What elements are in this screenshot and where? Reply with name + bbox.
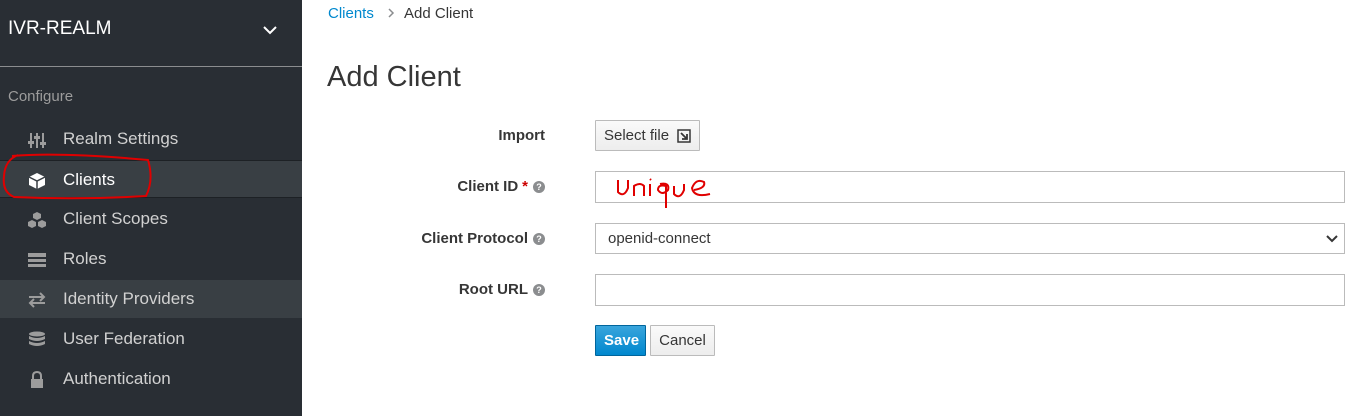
- sidebar-item-label: Identity Providers: [63, 289, 195, 308]
- root-url-label-text: Root URL: [458, 281, 528, 298]
- client-protocol-label: Client Protocol?: [305, 230, 545, 247]
- select-file-button[interactable]: Select file: [595, 120, 700, 151]
- client-protocol-value: openid-connect: [608, 230, 711, 247]
- breadcrumb-clients-link[interactable]: Clients: [328, 5, 374, 22]
- sidebar-item-roles[interactable]: Roles: [0, 240, 302, 278]
- sidebar-item-identity-providers[interactable]: Identity Providers: [0, 280, 302, 318]
- sidebar-item-client-scopes[interactable]: Client Scopes: [0, 200, 302, 238]
- annotation-circle: [2, 153, 152, 200]
- select-file-label: Select file: [604, 127, 670, 144]
- chevron-right-icon: [388, 8, 395, 18]
- chevron-down-icon: [263, 26, 277, 35]
- list-icon: [28, 253, 46, 267]
- client-protocol-label-text: Client Protocol: [421, 230, 528, 247]
- handwritten-annotation: [617, 178, 711, 208]
- save-button[interactable]: Save: [595, 325, 646, 356]
- sidebar-item-user-federation[interactable]: User Federation: [0, 320, 302, 358]
- required-mark: *: [522, 178, 528, 195]
- root-url-label: Root URL?: [305, 281, 545, 298]
- page-title: Add Client: [327, 61, 461, 93]
- help-icon[interactable]: ?: [533, 233, 545, 245]
- exchange-icon: [28, 292, 46, 308]
- sidebar-item-label: Realm Settings: [63, 129, 179, 148]
- sidebar-item-label: Roles: [63, 249, 107, 268]
- import-icon: [677, 129, 691, 143]
- sidebar-item-label: Client Scopes: [63, 209, 168, 228]
- realm-selector[interactable]: IVR-REALM: [0, 0, 302, 67]
- sidebar: IVR-REALM Configure Realm Settings Clien…: [0, 0, 302, 416]
- client-id-label-text: Client ID: [457, 178, 519, 195]
- root-url-input[interactable]: [595, 274, 1345, 306]
- lock-icon: [31, 371, 43, 388]
- sidebar-item-label: User Federation: [63, 329, 185, 348]
- main-content: Clients Add Client Add Client Import Sel…: [302, 0, 1365, 416]
- client-id-input[interactable]: [595, 171, 1345, 208]
- sidebar-item-label: Authentication: [63, 369, 171, 388]
- sidebar-item-authentication[interactable]: Authentication: [0, 360, 302, 398]
- client-id-label: Client ID *?: [305, 178, 545, 195]
- breadcrumb-current: Add Client: [404, 5, 474, 22]
- cancel-button[interactable]: Cancel: [650, 325, 715, 356]
- chevron-down-icon: [1326, 235, 1338, 243]
- import-label: Import: [498, 127, 545, 144]
- cubes-icon: [28, 212, 46, 228]
- help-icon[interactable]: ?: [533, 181, 545, 193]
- sliders-icon: [28, 133, 46, 148]
- client-protocol-select[interactable]: openid-connect: [595, 223, 1345, 254]
- help-icon[interactable]: ?: [533, 284, 545, 296]
- realm-name: IVR-REALM: [8, 18, 112, 39]
- section-label-configure: Configure: [8, 88, 74, 105]
- database-icon: [29, 331, 45, 346]
